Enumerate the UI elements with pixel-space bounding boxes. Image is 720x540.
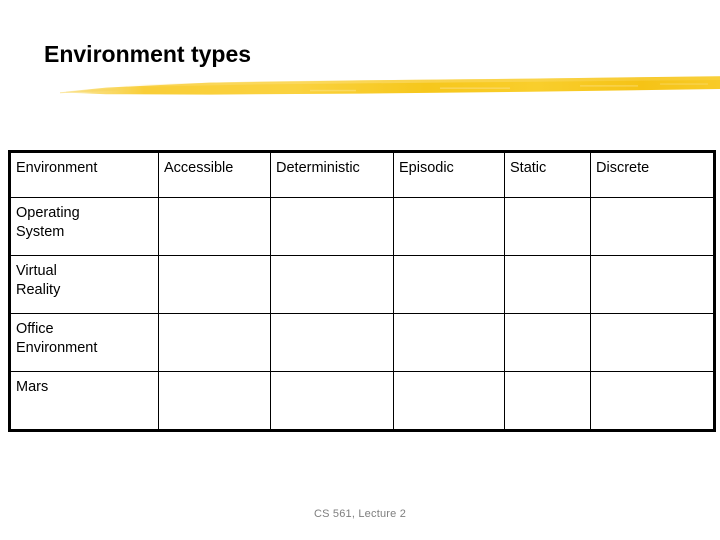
row-label-line: Reality xyxy=(16,281,61,298)
cell-accessible[interactable] xyxy=(158,313,271,372)
column-header-accessible: Accessible xyxy=(158,151,271,198)
row-label-line: Operating xyxy=(16,205,80,221)
cell-static[interactable] xyxy=(504,255,591,314)
cell-episodic[interactable] xyxy=(393,371,505,431)
column-header-static: Static xyxy=(504,151,591,198)
cell-accessible[interactable] xyxy=(158,197,271,256)
cell-deterministic[interactable] xyxy=(270,313,394,372)
cell-discrete[interactable] xyxy=(590,255,715,314)
column-header-episodic: Episodic xyxy=(393,151,505,198)
cell-accessible[interactable] xyxy=(158,371,271,431)
environment-types-table: Environment Accessible Deterministic Epi… xyxy=(8,150,716,432)
column-header-deterministic: Deterministic xyxy=(270,151,394,198)
row-label-line: Virtual xyxy=(16,263,57,279)
cell-static[interactable] xyxy=(504,197,591,256)
cell-discrete[interactable] xyxy=(590,197,715,256)
cell-episodic[interactable] xyxy=(393,255,505,314)
cell-discrete[interactable] xyxy=(590,313,715,372)
row-label-mars: Mars xyxy=(9,371,159,431)
row-label-office-environment: Office Environment xyxy=(9,313,159,372)
row-label-line: Environment xyxy=(16,339,98,356)
row-label-line: Office xyxy=(16,321,54,337)
brush-stroke-decoration xyxy=(60,76,720,95)
slide-footer: CS 561, Lecture 2 xyxy=(313,508,407,520)
table-row: Office Environment xyxy=(9,313,715,372)
row-label-line: System xyxy=(16,223,65,240)
cell-accessible[interactable] xyxy=(158,255,271,314)
column-header-discrete: Discrete xyxy=(590,151,715,198)
table-row: Operating System xyxy=(9,197,715,256)
table-row: Mars xyxy=(9,371,715,431)
page-title: Environment types xyxy=(44,41,252,67)
row-label-line: Mars xyxy=(16,379,49,395)
cell-deterministic[interactable] xyxy=(270,371,394,431)
cell-episodic[interactable] xyxy=(393,313,505,372)
table-row: Virtual Reality xyxy=(9,255,715,314)
cell-static[interactable] xyxy=(504,371,591,431)
row-label-operating-system: Operating System xyxy=(9,197,159,256)
cell-static[interactable] xyxy=(504,313,591,372)
row-label-virtual-reality: Virtual Reality xyxy=(9,255,159,314)
table-header-row: Environment Accessible Deterministic Epi… xyxy=(9,151,715,198)
cell-deterministic[interactable] xyxy=(270,255,394,314)
cell-episodic[interactable] xyxy=(393,197,505,256)
cell-deterministic[interactable] xyxy=(270,197,394,256)
cell-discrete[interactable] xyxy=(590,371,715,431)
column-header-environment: Environment xyxy=(9,151,159,198)
